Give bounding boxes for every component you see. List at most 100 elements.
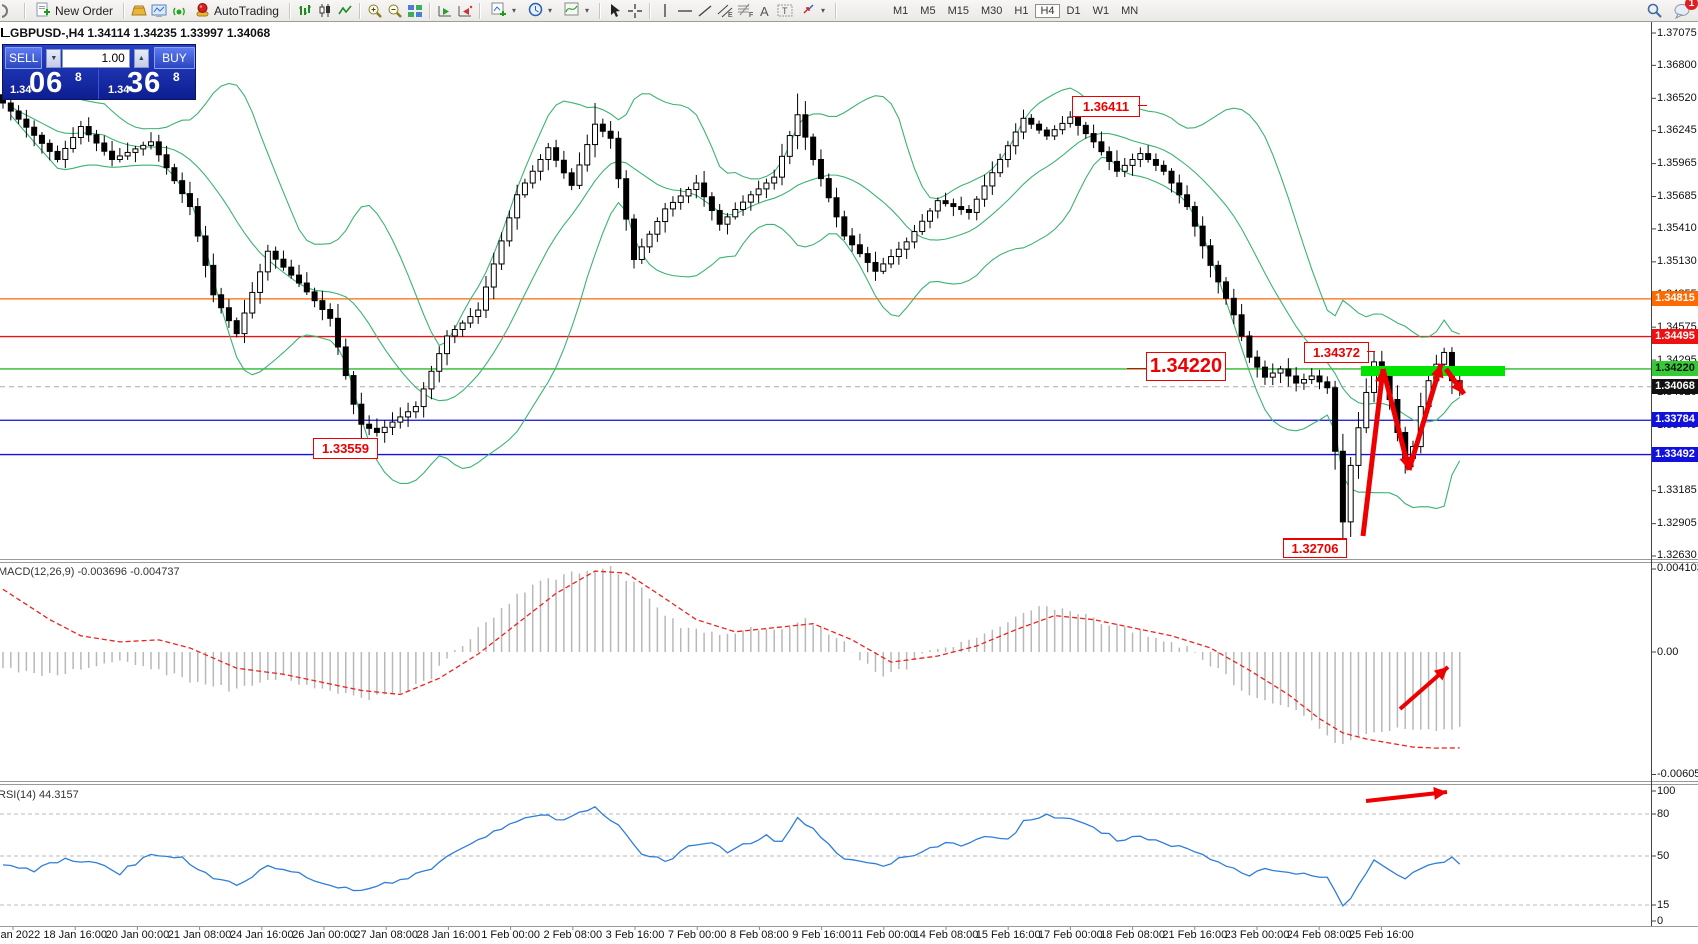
candlestick-icon[interactable] (315, 1, 335, 20)
auto-scroll-icon[interactable] (435, 1, 455, 20)
periods-button[interactable]: ▾ (522, 1, 558, 20)
chevron-down-icon: ▾ (548, 6, 552, 15)
timeframe-d1[interactable]: D1 (1062, 4, 1086, 18)
clipped-left-icon (0, 1, 20, 20)
time-axis-label: 20 Jan 00:00 (106, 929, 170, 941)
chat-icon[interactable]: 1 (1672, 1, 1692, 20)
indicators-icon (564, 2, 580, 19)
time-axis-label: 24 Jan 16:00 (230, 929, 294, 941)
buy-price[interactable]: 1.34 36 8 (99, 69, 194, 99)
price-axis-badge: 1.34495 (1652, 329, 1698, 344)
bollinger-middle (11, 107, 1460, 422)
timeframe-m1[interactable]: M1 (888, 4, 913, 18)
price-annotation-label[interactable]: 1.36411 (1072, 96, 1140, 117)
rsi-scale-label: 0 (1657, 915, 1663, 927)
sell-price-sup: 8 (75, 70, 82, 84)
macd-histogram (3, 566, 1460, 744)
volume-increase-button[interactable]: ▲ (134, 49, 149, 68)
trendline-icon[interactable] (695, 1, 715, 20)
price-axis-badge: 1.34068 (1652, 379, 1698, 394)
chevron-down-icon: ▾ (512, 6, 516, 15)
timeframe-h4[interactable]: H4 (1035, 4, 1059, 18)
price-tick-label: 1.35965 (1657, 157, 1697, 169)
rsi-layer (0, 807, 1651, 906)
volume-decrease-button[interactable]: ▼ (46, 49, 61, 68)
chart-symbol-icon (1, 28, 10, 37)
autotrading-button[interactable]: AutoTrading (189, 1, 285, 20)
rsi-scale-label: 80 (1657, 808, 1669, 820)
macd-scale-label: 0.00 (1657, 646, 1678, 658)
buy-button[interactable]: BUY (154, 47, 195, 69)
price-tick-label: 1.32905 (1657, 517, 1697, 529)
timeframe-m5[interactable]: M5 (915, 4, 940, 18)
new-order-button[interactable]: New Order (30, 1, 119, 20)
chart-shift-icon[interactable] (455, 1, 475, 20)
horizontal-line-icon[interactable] (675, 1, 695, 20)
autotrading-icon (195, 2, 210, 20)
price-tick-label: 1.36520 (1657, 92, 1697, 104)
separator (24, 3, 26, 19)
arrows-button[interactable]: ▾ (795, 1, 831, 20)
separator (429, 3, 431, 19)
channel-icon[interactable]: E (715, 1, 735, 20)
price-axis-badge: 1.33492 (1652, 447, 1698, 462)
timeframe-m30[interactable]: M30 (976, 4, 1007, 18)
zoom-in-icon[interactable] (365, 1, 385, 20)
price-annotation-label[interactable]: 1.34220 (1146, 352, 1226, 381)
time-axis-label: 8 Feb 08:00 (730, 929, 789, 941)
svg-text:A: A (760, 4, 769, 18)
time-axis-label: 3 Feb 16:00 (606, 929, 665, 941)
charts-window-icon[interactable] (149, 1, 169, 20)
time-axis-label: 17 Feb 00:00 (1038, 929, 1103, 941)
vertical-line-icon[interactable] (655, 1, 675, 20)
sell-price[interactable]: 1.34 06 8 (3, 69, 99, 99)
tile-windows-icon[interactable] (405, 1, 425, 20)
chevron-down-icon: ▾ (821, 6, 825, 15)
time-axis-label: 25 Feb 16:00 (1349, 929, 1414, 941)
line-chart-icon[interactable] (335, 1, 355, 20)
price-tick-label: 1.36245 (1657, 124, 1697, 136)
text-icon[interactable]: A (755, 1, 775, 20)
zoom-out-icon[interactable] (385, 1, 405, 20)
volume-input[interactable]: 1.00 (62, 49, 129, 68)
rsi-label: RSI(14) 44.3157 (0, 789, 79, 801)
deposit-icon[interactable] (129, 1, 149, 20)
symbol-ohlc-header: GBPUSD-,H4 1.34114 1.34235 1.33997 1.340… (10, 26, 270, 40)
chart-canvas (0, 0, 1698, 944)
rsi-scale-label: 100 (1657, 785, 1675, 797)
price-annotation-label[interactable]: 1.33559 (313, 438, 378, 459)
periods-icon (528, 2, 543, 20)
time-axis-label: 7 Jan 2022 (0, 929, 40, 941)
separator (649, 3, 651, 19)
time-axis-label: 18 Jan 16:00 (43, 929, 107, 941)
crosshair-icon[interactable] (625, 1, 645, 20)
macd-label: MACD(12,26,9) -0.003696 -0.004737 (0, 566, 180, 578)
time-axis-label: 15 Feb 16:00 (976, 929, 1041, 941)
timeframe-mn[interactable]: MN (1116, 4, 1143, 18)
signal-icon[interactable] (169, 1, 189, 20)
cursor-icon[interactable] (605, 1, 625, 20)
timeframe-w1[interactable]: W1 (1088, 4, 1115, 18)
search-icon[interactable] (1644, 1, 1664, 20)
new-order-icon (36, 2, 51, 20)
text-label-icon[interactable]: T (775, 1, 795, 20)
time-axis-label: 7 Feb 00:00 (668, 929, 727, 941)
macd-layer (3, 566, 1460, 748)
price-annotation-label[interactable]: 1.32706 (1283, 539, 1347, 558)
price-tick-label: 1.35130 (1657, 255, 1697, 267)
new-order-label: New Order (55, 4, 113, 18)
sell-button[interactable]: SELL (5, 47, 42, 69)
indicators-button[interactable]: ▾ (558, 1, 595, 20)
timeframe-m15[interactable]: M15 (943, 4, 974, 18)
bar-chart-icon[interactable] (295, 1, 315, 20)
separator (479, 3, 481, 19)
annotation-connector (1367, 351, 1375, 352)
timeframe-h1[interactable]: H1 (1009, 4, 1033, 18)
price-annotation-label[interactable]: 1.34372 (1304, 342, 1369, 363)
time-axis-label: 11 Feb 00:00 (852, 929, 916, 941)
time-axis-label: 26 Jan 00:00 (292, 929, 356, 941)
new-chart-button[interactable]: ▾ (485, 1, 522, 20)
time-axis-label: 1 Feb 00:00 (481, 929, 540, 941)
fibonacci-icon[interactable]: F (735, 1, 755, 20)
arrows-icon (801, 2, 816, 19)
